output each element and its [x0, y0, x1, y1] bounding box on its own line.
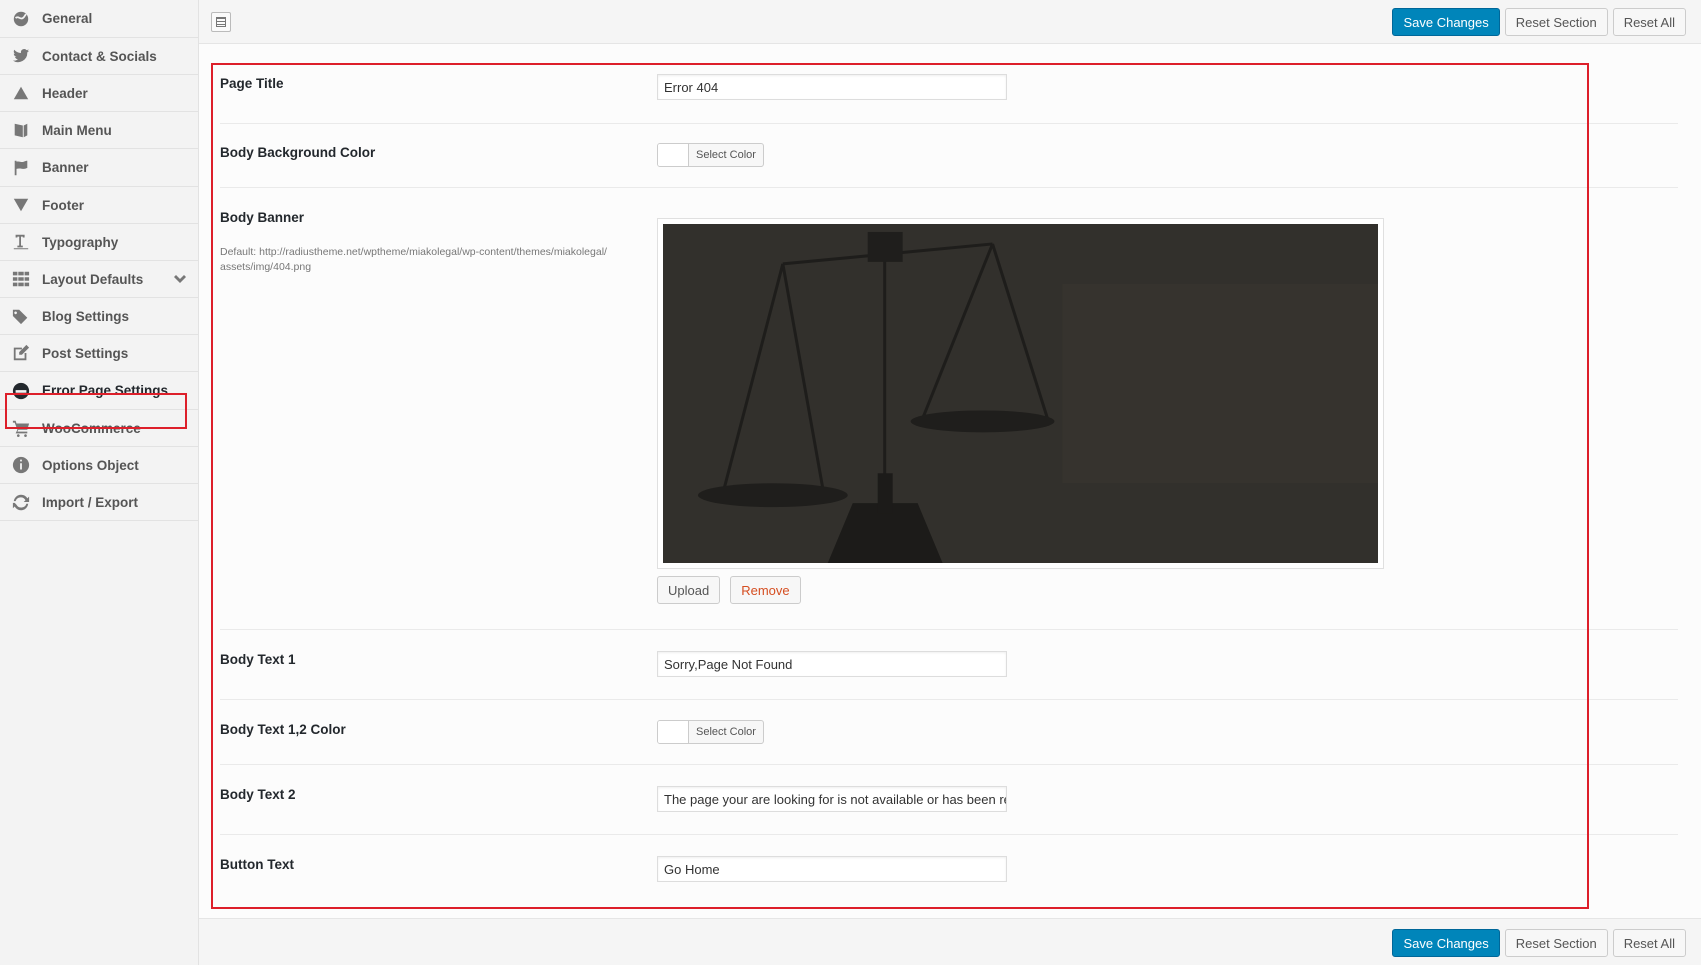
body-text-2-input[interactable]: The page your are looking for is not ava… [657, 786, 1007, 812]
field-label: Body Background Color [220, 145, 376, 160]
field-row-body-bg-color: Body Background Color Select Color [220, 124, 1678, 188]
reset-all-button[interactable]: Reset All [1612, 8, 1686, 36]
sidebar-item-label: Main Menu [42, 122, 112, 138]
sidebar-item-import-export[interactable]: Import / Export [0, 484, 198, 521]
field-row-body-text-1: Body Text 1 Sorry,Page Not Found [220, 630, 1678, 700]
sidebar-item-label: Import / Export [42, 494, 139, 510]
sidebar-item-general[interactable]: General [0, 0, 198, 38]
field-label: Body Text 1,2 Color [220, 722, 346, 737]
field-label: Body Text 1 [220, 652, 296, 667]
sidebar-item-label: WooCommerce [42, 420, 141, 436]
field-row-body-banner: Body Banner Default: http://radiustheme.… [220, 188, 1678, 630]
field-label: Body Text 2 [220, 787, 296, 802]
sidebar-item-label: Post Settings [42, 345, 129, 361]
field-description: Default: http://radiustheme.net/wptheme/… [220, 246, 607, 273]
scales-of-justice-image [663, 224, 1378, 563]
body-text-1-input[interactable]: Sorry,Page Not Found [657, 651, 1007, 677]
book-icon [11, 120, 31, 140]
banner-preview [657, 218, 1384, 569]
sidebar-item-contact-socials[interactable]: Contact & Socials [0, 38, 198, 75]
globe-icon [11, 9, 31, 29]
sidebar-item-post-settings[interactable]: Post Settings [0, 335, 198, 372]
sidebar-item-woocommerce[interactable]: WooCommerce [0, 410, 198, 447]
reset-section-button[interactable]: Reset Section [1504, 8, 1608, 36]
sidebar-item-options-object[interactable]: Options Object [0, 447, 198, 484]
banner-image [663, 224, 1378, 563]
field-label: Button Text [220, 857, 294, 872]
sidebar-item-label: Contact & Socials [42, 48, 157, 64]
triangle-down-icon [11, 195, 31, 215]
page-title-input[interactable]: Error 404 [657, 74, 1007, 100]
upload-button[interactable]: Upload [657, 576, 721, 604]
flag-icon [11, 158, 31, 178]
color-swatch [658, 144, 689, 166]
reset-section-button[interactable]: Reset Section [1504, 929, 1608, 957]
bottom-toolbar: Save Changes Reset Section Reset All [199, 918, 1701, 965]
options-sidebar: General Contact & Socials Header Main Me… [0, 0, 199, 965]
grid-icon [11, 269, 31, 289]
info-icon [11, 455, 31, 475]
reset-all-button[interactable]: Reset All [1612, 929, 1686, 957]
field-label: Body Banner [220, 210, 305, 225]
sidebar-item-label: Layout Defaults [42, 271, 144, 287]
sidebar-item-label: Typography [42, 234, 119, 250]
field-row-body-text-2: Body Text 2 The page your are looking fo… [220, 765, 1678, 835]
triangle-up-icon [11, 83, 31, 103]
field-row-body-text-color: Body Text 1,2 Color Select Color [220, 700, 1678, 765]
save-changes-button[interactable]: Save Changes [1392, 929, 1500, 957]
save-changes-button[interactable]: Save Changes [1392, 8, 1500, 36]
select-color-label: Select Color [696, 149, 756, 161]
body-bg-color-picker[interactable]: Select Color [657, 143, 764, 167]
field-row-page-title: Page Title Error 404 [220, 63, 1678, 124]
sidebar-item-header[interactable]: Header [0, 75, 198, 112]
cart-icon [11, 418, 31, 438]
sidebar-item-error-page-settings[interactable]: Error Page Settings [0, 372, 198, 410]
color-swatch [658, 721, 689, 743]
sidebar-item-label: Footer [42, 197, 84, 213]
button-text-input[interactable]: Go Home [657, 856, 1007, 882]
sidebar-item-layout-defaults[interactable]: Layout Defaults [0, 261, 198, 298]
edit-icon [11, 343, 31, 363]
sidebar-item-label: Banner [42, 160, 89, 175]
top-toolbar: Save Changes Reset Section Reset All [199, 0, 1701, 44]
sidebar-item-label: Header [42, 85, 88, 101]
sidebar-item-banner[interactable]: Banner [0, 149, 198, 187]
refresh-icon [11, 492, 31, 512]
tags-icon [11, 306, 31, 326]
twitter-icon [11, 46, 31, 66]
body-text-color-picker[interactable]: Select Color [657, 720, 764, 744]
field-row-button-text: Button Text Go Home [220, 835, 1678, 910]
list-icon [216, 17, 226, 27]
sidebar-item-label: Options Object [42, 457, 139, 473]
select-color-label: Select Color [696, 726, 756, 738]
text-icon [11, 232, 31, 252]
sidebar-item-typography[interactable]: Typography [0, 224, 198, 261]
sidebar-item-label: Error Page Settings [42, 383, 169, 398]
minus-circle-icon [11, 381, 31, 401]
chevron-down-icon[interactable] [173, 273, 187, 287]
sidebar-item-footer[interactable]: Footer [0, 187, 198, 224]
expand-options-button[interactable] [211, 12, 231, 32]
sidebar-item-blog-settings[interactable]: Blog Settings [0, 298, 198, 335]
remove-button[interactable]: Remove [730, 576, 801, 604]
field-label: Page Title [220, 76, 284, 91]
sidebar-item-label: General [42, 11, 93, 26]
sidebar-item-main-menu[interactable]: Main Menu [0, 112, 198, 149]
sidebar-item-label: Blog Settings [42, 308, 129, 324]
